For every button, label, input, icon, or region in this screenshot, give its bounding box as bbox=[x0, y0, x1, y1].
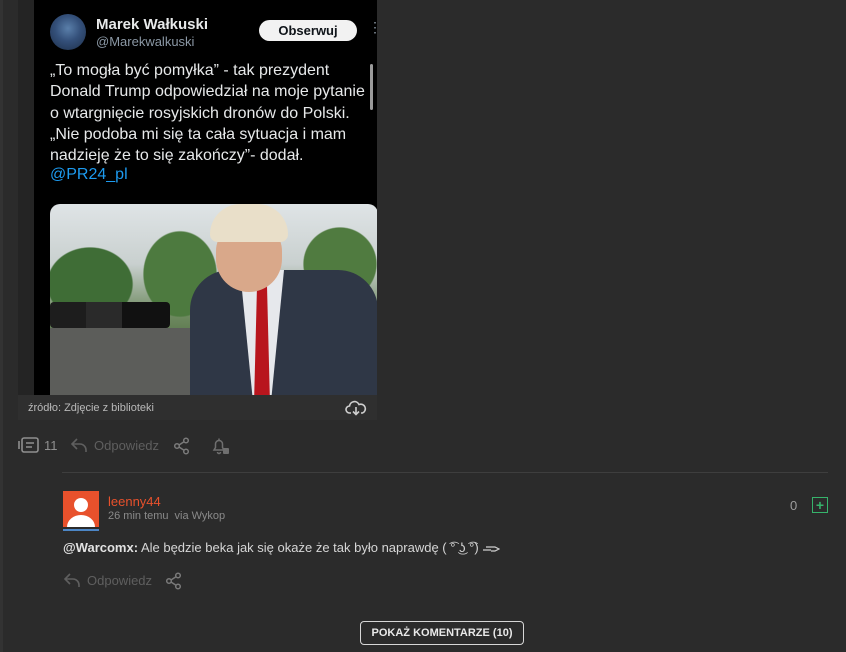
comment-time[interactable]: 26 min temu bbox=[108, 510, 169, 522]
thread-line bbox=[0, 0, 3, 652]
comment-meta: 26 min temu via Wykop bbox=[108, 510, 225, 522]
cloud-download-icon[interactable] bbox=[345, 399, 367, 417]
reply-icon bbox=[63, 573, 80, 587]
follow-button: Obserwuj bbox=[259, 20, 357, 41]
bell-icon[interactable] bbox=[210, 436, 230, 456]
photo-person bbox=[190, 204, 377, 395]
reply-icon bbox=[70, 438, 87, 452]
avatar[interactable] bbox=[63, 491, 99, 527]
tweet-image: Marek Wałkuski @Marekwalkuski Obserwuj ⋮… bbox=[34, 0, 377, 395]
entry-reply-label: Odpowiedz bbox=[94, 437, 160, 453]
embed-footer: źródło: Zdjęcie z biblioteki bbox=[18, 395, 377, 420]
tweet-author-avatar bbox=[50, 14, 86, 50]
comment-text: Ale będzie beka jak się okaże że tak był… bbox=[138, 540, 483, 555]
comment-mention[interactable]: @Warcomx: bbox=[63, 540, 138, 555]
pointing-hand-icon bbox=[483, 545, 501, 552]
avatar-underline bbox=[63, 529, 99, 531]
person-suit bbox=[190, 270, 377, 395]
tweet-mention: @PR24_pl bbox=[50, 166, 128, 183]
comments-count-button[interactable]: 11 bbox=[18, 436, 58, 454]
comments-count: 11 bbox=[44, 437, 58, 453]
person-hair bbox=[210, 204, 288, 242]
tweet-text: „To mogła być pomyłka” - tak prezydent D… bbox=[50, 62, 365, 165]
embed-card[interactable]: Marek Wałkuski @Marekwalkuski Obserwuj ⋮… bbox=[18, 0, 377, 420]
kebab-menu-icon: ⋮ bbox=[368, 19, 377, 35]
share-icon[interactable] bbox=[165, 572, 183, 590]
plus-vote-button[interactable]: + bbox=[812, 497, 828, 513]
share-icon[interactable] bbox=[173, 437, 191, 455]
default-avatar-icon bbox=[67, 498, 95, 527]
tweet-author-handle: @Marekwalkuski bbox=[96, 34, 195, 49]
comments-divider bbox=[62, 472, 828, 473]
comments-icon bbox=[18, 437, 39, 453]
comment-reply-button[interactable]: Odpowiedz bbox=[63, 572, 152, 588]
comment-body: @Warcomx: Ale będzie beka jak się okaże … bbox=[63, 540, 501, 555]
tweet-scrollbar bbox=[370, 64, 373, 110]
entry-reply-button[interactable]: Odpowiedz bbox=[70, 437, 159, 453]
tweet-author-name: Marek Wałkuski bbox=[96, 16, 208, 33]
photo-cars bbox=[50, 302, 170, 328]
vote-count: 0 bbox=[790, 498, 798, 513]
comment-reply-label: Odpowiedz bbox=[87, 572, 153, 588]
tweet-photo bbox=[50, 204, 377, 395]
comment-author[interactable]: leenny44 bbox=[108, 494, 161, 509]
source-caption: źródło: Zdjęcie z biblioteki bbox=[28, 402, 154, 414]
comment-via: via Wykop bbox=[174, 510, 226, 522]
show-comments-button[interactable]: POKAŻ KOMENTARZE (10) bbox=[360, 621, 524, 645]
